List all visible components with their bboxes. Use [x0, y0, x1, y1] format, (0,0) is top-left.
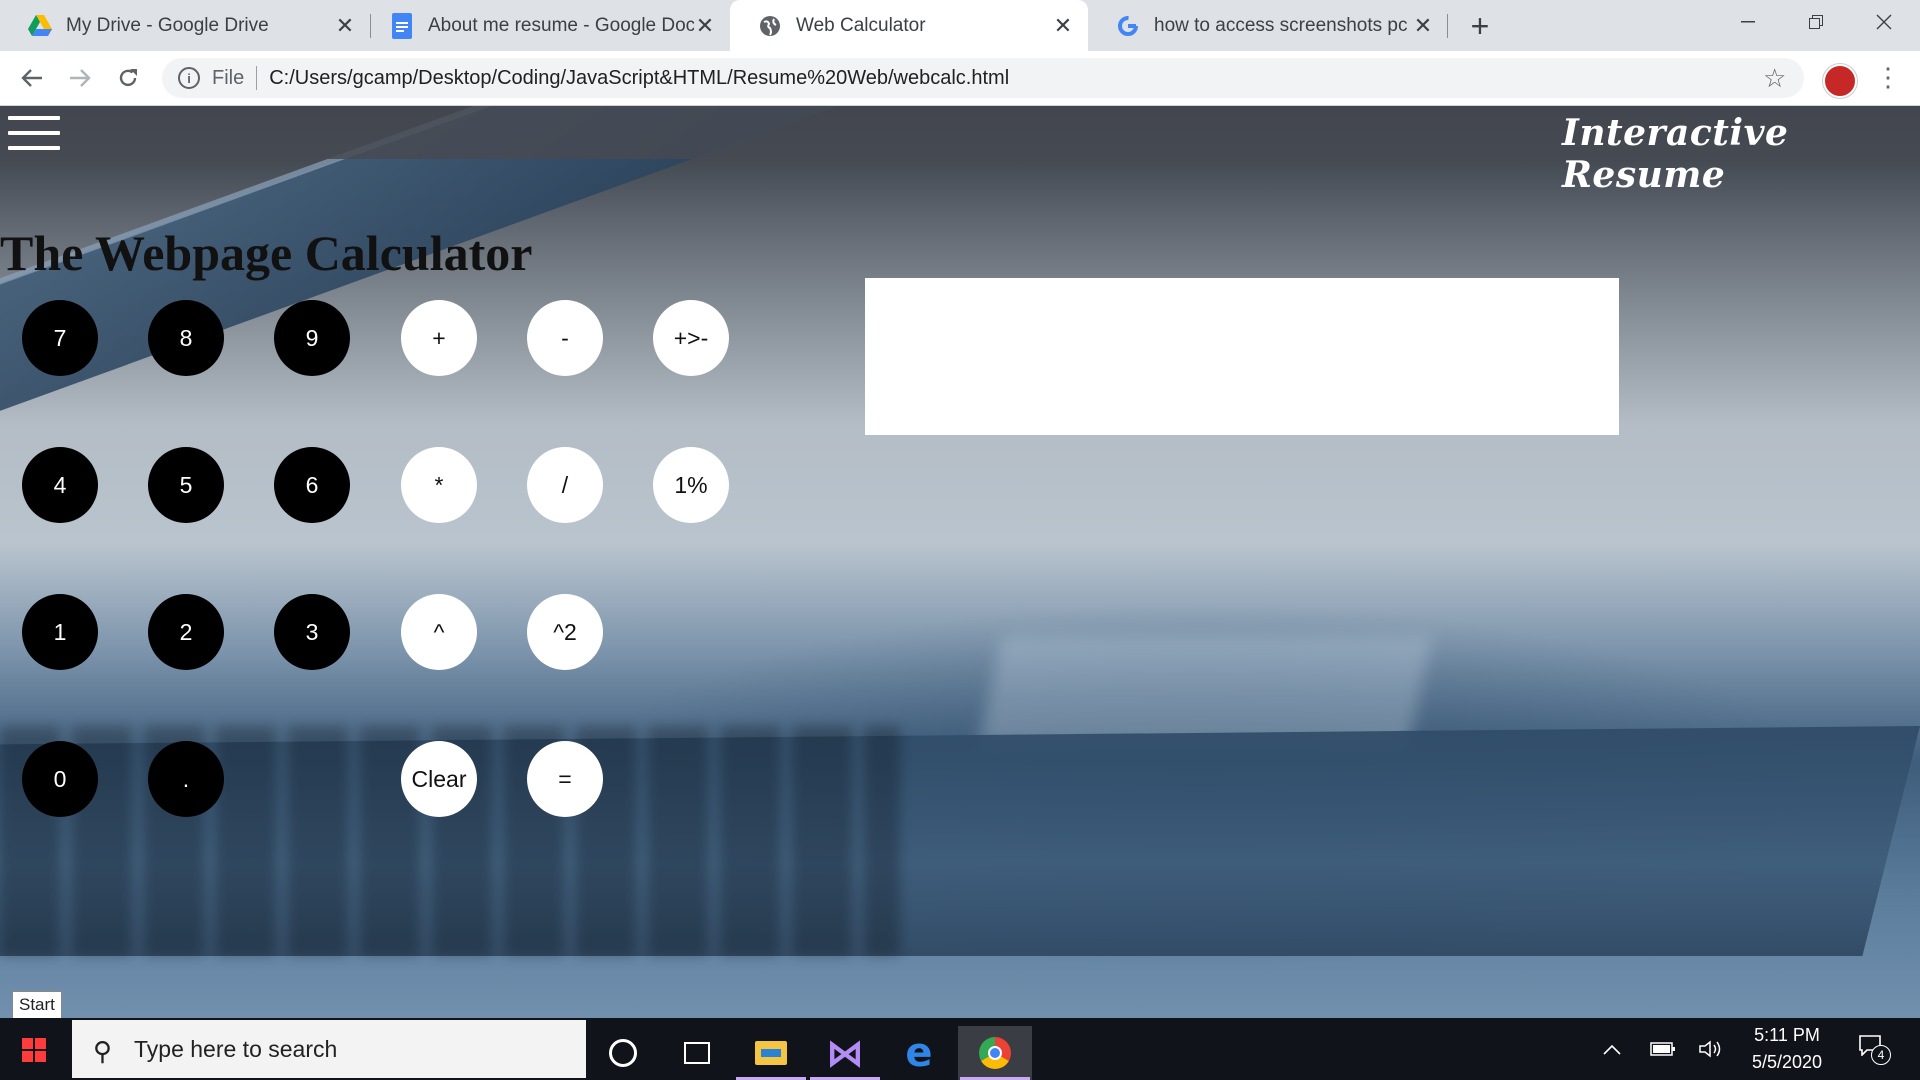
start-tooltip: Start [12, 991, 62, 1018]
calc-square-button[interactable]: ^2 [527, 594, 603, 670]
edge-button[interactable]: e [882, 1026, 956, 1080]
site-top-nav: Interactive Resume [0, 106, 1920, 196]
browser-toolbar: i File C:/Users/gcamp/Desktop/Coding/Jav… [0, 51, 1920, 106]
calc-divide-button[interactable]: / [527, 447, 603, 523]
calc-digit-3-button[interactable]: 3 [274, 594, 350, 670]
calc-percent-button[interactable]: 1% [653, 447, 729, 523]
tab-web-calculator[interactable]: Web Calculator ✕ [730, 0, 1088, 51]
tab-title: About me resume - Google Docs [428, 14, 694, 36]
browser-menu-icon[interactable]: ⋮ [1875, 64, 1901, 90]
cortana-button[interactable] [586, 1026, 660, 1080]
tab-google-drive[interactable]: My Drive - Google Drive ✕ [0, 0, 370, 51]
close-tab-icon[interactable]: ✕ [1052, 13, 1074, 38]
new-tab-button[interactable]: + [1464, 10, 1496, 42]
calc-power-button[interactable]: ^ [401, 594, 477, 670]
calc-digit-7-button[interactable]: 7 [22, 300, 98, 376]
chrome-icon [979, 1037, 1011, 1069]
volume-icon [1699, 1040, 1721, 1058]
tab-title: how to access screenshots pc - G [1154, 14, 1412, 36]
tab-google-docs[interactable]: About me resume - Google Docs ✕ [362, 0, 730, 51]
windows-taskbar: ⚲ Type here to search ⋈ e [0, 1018, 1920, 1080]
cortana-icon [609, 1039, 637, 1067]
hamburger-menu-icon[interactable] [8, 116, 60, 150]
action-center-button[interactable]: 4 [1858, 1034, 1891, 1065]
calc-digit-0-button[interactable]: 0 [22, 741, 98, 817]
volume-button[interactable] [1698, 1018, 1724, 1080]
taskbar-search-box[interactable]: ⚲ Type here to search [72, 1020, 586, 1078]
google-drive-icon [28, 14, 52, 38]
tab-title: My Drive - Google Drive [66, 14, 269, 36]
tab-separator [1447, 14, 1448, 38]
search-placeholder: Type here to search [134, 1035, 338, 1062]
search-icon: ⚲ [92, 1036, 112, 1066]
edge-icon: e [905, 1030, 933, 1076]
minimize-button[interactable] [1714, 0, 1782, 44]
calc-toggle-sign-button[interactable]: +>- [653, 300, 729, 376]
tab-title: Web Calculator [796, 14, 926, 36]
notification-count: 4 [1871, 1045, 1891, 1065]
taskbar-clock[interactable]: 5:11 PM 5/5/2020 [1740, 1022, 1834, 1076]
battery-icon [1650, 1042, 1675, 1056]
page-viewport: Interactive Resume The Webpage Calculato… [0, 106, 1920, 1018]
globe-icon [758, 14, 782, 38]
file-explorer-button[interactable] [734, 1026, 808, 1080]
google-docs-icon [390, 12, 414, 39]
windows-start-icon[interactable] [22, 1038, 46, 1062]
calc-decimal-button[interactable]: . [148, 741, 224, 817]
bookmark-star-icon[interactable]: ☆ [1763, 63, 1786, 94]
address-bar[interactable]: i File C:/Users/gcamp/Desktop/Coding/Jav… [162, 58, 1804, 98]
site-brand[interactable]: Interactive Resume [1562, 112, 1920, 196]
calc-equals-button[interactable]: = [527, 741, 603, 817]
calc-digit-5-button[interactable]: 5 [148, 447, 224, 523]
visual-studio-icon: ⋈ [826, 1031, 864, 1075]
calc-minus-button[interactable]: - [527, 300, 603, 376]
close-window-button[interactable] [1850, 0, 1918, 44]
browser-tab-strip: My Drive - Google Drive ✕ About me resum… [0, 0, 1920, 51]
battery-button[interactable] [1650, 1018, 1676, 1080]
calc-digit-2-button[interactable]: 2 [148, 594, 224, 670]
calc-digit-4-button[interactable]: 4 [22, 447, 98, 523]
clock-date: 5/5/2020 [1751, 1052, 1823, 1072]
reload-button[interactable] [112, 62, 144, 94]
google-icon [1116, 14, 1140, 38]
calc-plus-button[interactable]: + [401, 300, 477, 376]
info-icon[interactable]: i [178, 67, 200, 89]
tab-google-search[interactable]: how to access screenshots pc - G ✕ [1088, 0, 1448, 51]
calc-clear-button[interactable]: Clear [401, 741, 477, 817]
restore-button[interactable] [1782, 0, 1850, 44]
calc-digit-8-button[interactable]: 8 [148, 300, 224, 376]
divider [256, 66, 258, 90]
url-text[interactable]: C:/Users/gcamp/Desktop/Coding/JavaScript… [269, 67, 1009, 90]
chevron-up-icon [1603, 1044, 1621, 1055]
calc-multiply-button[interactable]: * [401, 447, 477, 523]
profile-avatar[interactable] [1823, 64, 1857, 98]
calc-digit-1-button[interactable]: 1 [22, 594, 98, 670]
calculator-display [865, 278, 1619, 435]
close-tab-icon[interactable]: ✕ [1412, 13, 1434, 38]
visual-studio-button[interactable]: ⋈ [808, 1026, 882, 1080]
calc-digit-9-button[interactable]: 9 [274, 300, 350, 376]
chrome-button[interactable] [958, 1026, 1032, 1080]
show-hidden-icons-button[interactable] [1602, 1018, 1622, 1080]
page-title: The Webpage Calculator [0, 224, 533, 281]
close-tab-icon[interactable]: ✕ [334, 13, 356, 38]
close-tab-icon[interactable]: ✕ [694, 13, 716, 38]
back-button[interactable] [16, 62, 48, 94]
forward-button[interactable] [64, 62, 96, 94]
task-view-button[interactable] [660, 1026, 734, 1080]
calc-digit-6-button[interactable]: 6 [274, 447, 350, 523]
scheme-label: File [212, 66, 245, 89]
clock-time: 5:11 PM [1754, 1025, 1820, 1045]
background-trackpad [978, 636, 1432, 746]
task-view-icon [684, 1042, 710, 1064]
file-explorer-icon [755, 1041, 787, 1065]
